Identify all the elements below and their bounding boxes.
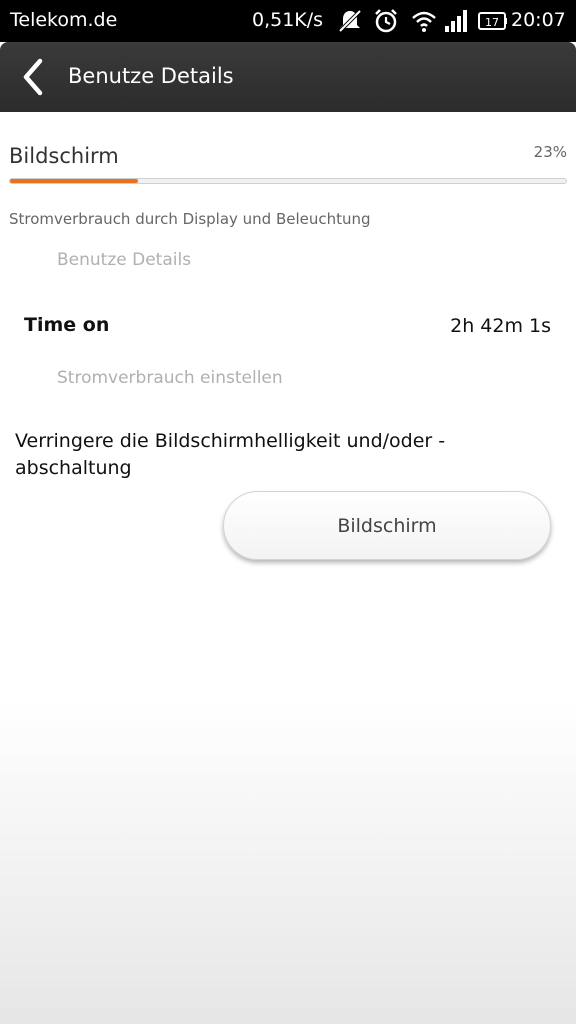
usage-label: Bildschirm [9,144,119,168]
signal-icon [445,10,467,32]
battery-icon: 17 [478,12,507,30]
chevron-left-icon [23,58,43,96]
usage-progress-fill [10,179,138,183]
battery-level: 17 [485,16,499,29]
screen-settings-button-label: Bildschirm [337,514,437,537]
back-button[interactable] [14,57,54,97]
time-on-label: Time on [24,314,110,336]
usage-percent: 23% [533,143,567,161]
page-title: Benutze Details [68,64,234,88]
usage-progress-bar [9,178,567,184]
power-settings-link[interactable]: Stromverbrauch einstellen [57,368,283,388]
usage-description: Stromverbrauch durch Display und Beleuch… [9,210,371,228]
screen-settings-button[interactable]: Bildschirm [223,491,551,560]
alarm-icon [375,9,397,33]
carrier-name: Telekom.de [10,9,118,31]
notifications-muted-icon [338,9,362,33]
advice-text: Verringere die Bildschirmhelligkeit und/… [15,430,446,479]
wifi-icon [412,11,436,32]
clock: 20:07 [511,9,566,31]
time-on-value: 2h 42m 1s [450,315,551,337]
status-bar: Telekom.de 0,51K/s 17 20:07 [0,0,576,42]
action-bar: Benutze Details [0,42,576,112]
network-speed: 0,51K/s [252,9,324,31]
usage-details-link[interactable]: Benutze Details [57,250,191,270]
